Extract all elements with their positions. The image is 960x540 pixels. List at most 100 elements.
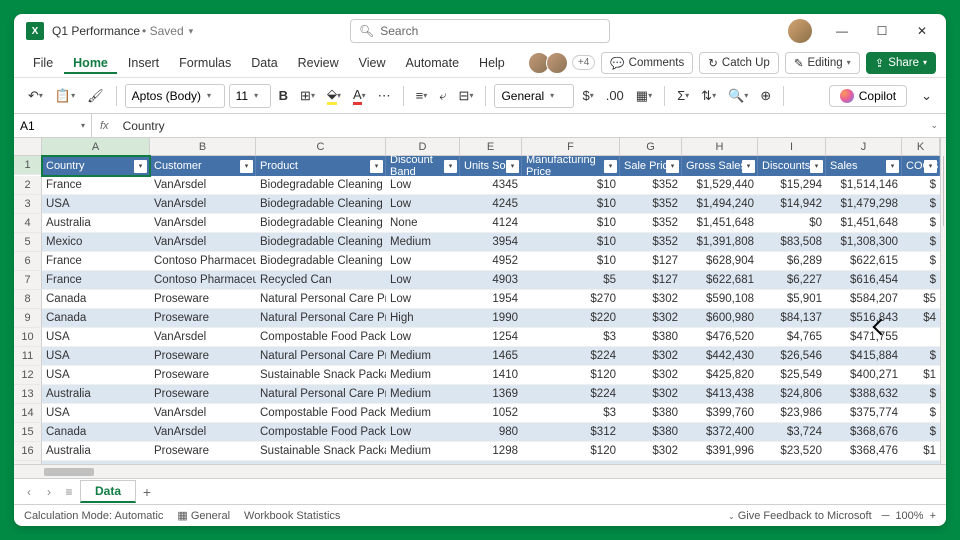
- row-header-7[interactable]: 7: [14, 271, 42, 290]
- cell[interactable]: $3: [522, 404, 620, 423]
- col-header-C[interactable]: C: [256, 138, 386, 156]
- font-color-button[interactable]: A▾: [349, 83, 370, 109]
- cell[interactable]: 1410: [460, 366, 522, 385]
- font-size-selector[interactable]: 11▾: [229, 84, 271, 108]
- cell[interactable]: $302: [620, 366, 682, 385]
- cell[interactable]: $10: [522, 252, 620, 271]
- share-button[interactable]: ⇪Share▾: [866, 52, 936, 74]
- cell[interactable]: $368,476: [826, 442, 902, 461]
- cell[interactable]: Australia: [42, 461, 150, 464]
- table-header-discounts[interactable]: Discounts▾: [758, 156, 826, 176]
- cell[interactable]: $368,676: [826, 423, 902, 442]
- zoom-controls[interactable]: ─ 100% +: [882, 510, 936, 522]
- cell[interactable]: $380: [620, 404, 682, 423]
- cell[interactable]: Low: [386, 252, 460, 271]
- cell[interactable]: Medium: [386, 347, 460, 366]
- row-header-2[interactable]: 2: [14, 176, 42, 195]
- cell[interactable]: 4124: [460, 214, 522, 233]
- more-font-button[interactable]: ⋯: [374, 83, 395, 109]
- col-header-H[interactable]: H: [682, 138, 758, 156]
- cell[interactable]: $380: [620, 328, 682, 347]
- cell[interactable]: $380: [620, 423, 682, 442]
- scrollbar-thumb[interactable]: [44, 468, 94, 476]
- col-header-E[interactable]: E: [460, 138, 522, 156]
- cell[interactable]: $6,289: [758, 252, 826, 271]
- cell[interactable]: $10: [522, 195, 620, 214]
- fx-icon[interactable]: fx: [92, 120, 117, 132]
- name-box[interactable]: A1▾: [14, 114, 92, 137]
- cell[interactable]: $: [902, 404, 940, 423]
- format-painter-button[interactable]: 🖌: [83, 83, 108, 109]
- menu-formulas[interactable]: Formulas: [170, 52, 240, 74]
- menu-help[interactable]: Help: [470, 52, 514, 74]
- cell[interactable]: Biodegradable Cleaning Products: [256, 233, 386, 252]
- cell[interactable]: Canada: [42, 423, 150, 442]
- cell[interactable]: Canada: [42, 309, 150, 328]
- cell[interactable]: Compostable Food Packaging: [256, 328, 386, 347]
- cell[interactable]: $413,438: [682, 385, 758, 404]
- scrollbar-thumb[interactable]: [943, 156, 944, 226]
- row-header-13[interactable]: 13: [14, 385, 42, 404]
- paste-button[interactable]: 📋▾: [51, 83, 79, 109]
- cell[interactable]: $: [902, 176, 940, 195]
- cell[interactable]: $362,520: [682, 461, 758, 464]
- cell[interactable]: $120: [522, 366, 620, 385]
- search-box[interactable]: 🔍︎ Search: [350, 19, 610, 43]
- table-header-product[interactable]: Product▾: [256, 156, 386, 176]
- ribbon-expand-button[interactable]: ⌄: [917, 83, 936, 109]
- cell[interactable]: $584,207: [826, 290, 902, 309]
- cell[interactable]: VanArsdel: [150, 176, 256, 195]
- cell[interactable]: $622,615: [826, 252, 902, 271]
- cell[interactable]: $415,884: [826, 347, 902, 366]
- cell[interactable]: [902, 328, 940, 347]
- menu-view[interactable]: View: [350, 52, 395, 74]
- menu-home[interactable]: Home: [64, 52, 117, 74]
- cell[interactable]: Natural Personal Care Products: [256, 347, 386, 366]
- formula-expand-button[interactable]: ⌄: [922, 120, 946, 131]
- cell[interactable]: VanArsdel: [150, 214, 256, 233]
- align-button[interactable]: ≡▾: [412, 83, 432, 109]
- row-header-1[interactable]: 1: [14, 156, 42, 175]
- cell[interactable]: Natural Personal Care Products: [256, 290, 386, 309]
- cell[interactable]: Medium: [386, 366, 460, 385]
- cell[interactable]: Medium: [386, 442, 460, 461]
- find-button[interactable]: 🔍▾: [724, 83, 752, 109]
- formula-bar[interactable]: Country: [117, 119, 923, 133]
- cell[interactable]: Contoso Pharmaceuticals: [150, 271, 256, 290]
- cell[interactable]: $1,514,146: [826, 176, 902, 195]
- row-header-12[interactable]: 12: [14, 366, 42, 385]
- cell[interactable]: $352: [620, 233, 682, 252]
- cell[interactable]: 980: [460, 423, 522, 442]
- cell[interactable]: $10: [522, 176, 620, 195]
- cell[interactable]: $1: [902, 442, 940, 461]
- cell[interactable]: Sustainable Snack Packaging: [256, 366, 386, 385]
- cell[interactable]: VanArsdel: [150, 328, 256, 347]
- cell[interactable]: Contoso Pharmaceuticals: [150, 252, 256, 271]
- cell[interactable]: Australia: [42, 385, 150, 404]
- zoom-out-button[interactable]: ─: [882, 510, 890, 522]
- autosum-button[interactable]: Σ▾: [673, 83, 693, 109]
- cell[interactable]: $1,479,298: [826, 195, 902, 214]
- col-header-A[interactable]: A: [42, 138, 150, 156]
- cell[interactable]: $1,494,240: [682, 195, 758, 214]
- cell[interactable]: $23,520: [758, 442, 826, 461]
- cell[interactable]: $3: [522, 328, 620, 347]
- cell[interactable]: VanArsdel: [150, 404, 256, 423]
- filter-icon[interactable]: ▾: [134, 160, 147, 173]
- row-header-11[interactable]: 11: [14, 347, 42, 366]
- cell[interactable]: Australia: [42, 442, 150, 461]
- cell[interactable]: $622,681: [682, 271, 758, 290]
- cell[interactable]: 1954: [460, 290, 522, 309]
- cell[interactable]: $399,760: [682, 404, 758, 423]
- table-header-country[interactable]: Country▾: [42, 156, 150, 176]
- row-header-14[interactable]: 14: [14, 404, 42, 423]
- cell[interactable]: $84,137: [758, 309, 826, 328]
- select-all-corner[interactable]: [14, 138, 42, 156]
- col-header-J[interactable]: J: [826, 138, 902, 156]
- cell[interactable]: $5: [902, 290, 940, 309]
- cell[interactable]: $302: [620, 309, 682, 328]
- borders-button[interactable]: ⊞▾: [296, 83, 319, 109]
- cell[interactable]: $3,724: [758, 423, 826, 442]
- cell[interactable]: France: [42, 252, 150, 271]
- cell[interactable]: $352: [620, 214, 682, 233]
